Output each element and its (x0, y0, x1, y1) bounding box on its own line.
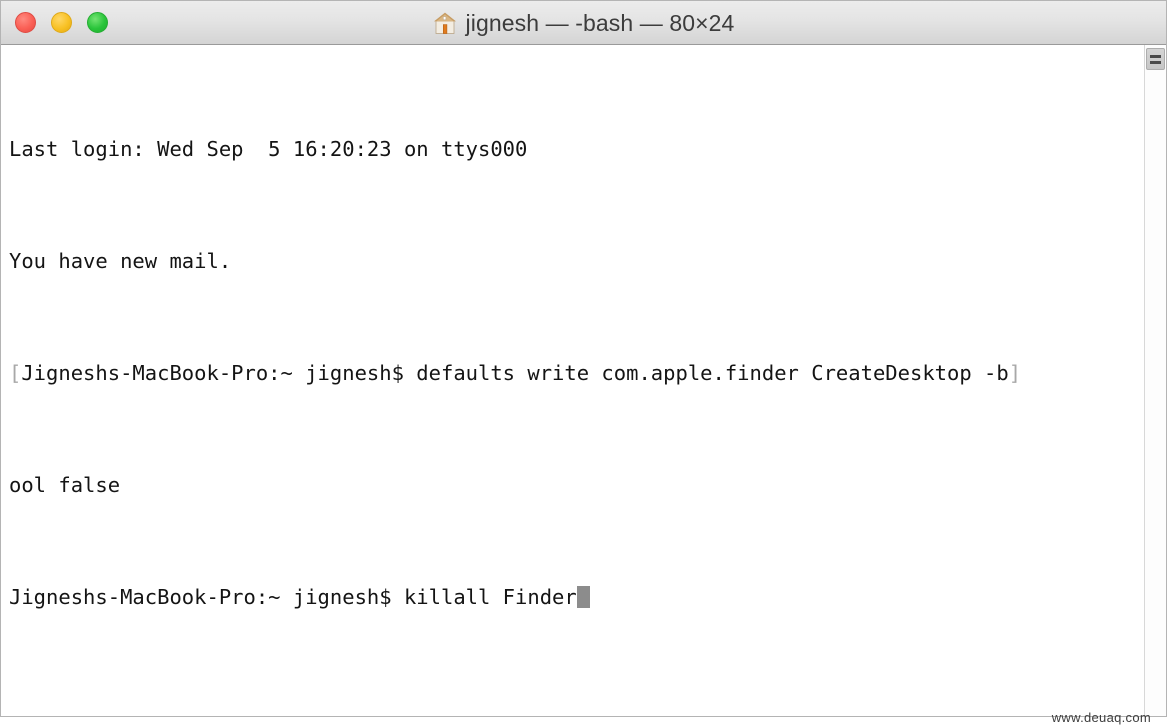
window-titlebar[interactable]: jignesh — -bash — 80×24 (1, 1, 1166, 45)
scrollbar-thumb[interactable] (1146, 48, 1165, 70)
text-cursor (576, 586, 590, 608)
wrap-marker-left: [ (9, 361, 22, 385)
terminal-line: ool false (9, 471, 1136, 499)
window-title: jignesh — -bash — 80×24 (465, 9, 735, 36)
terminal-line: You have new mail. (9, 247, 1136, 275)
terminal-window: jignesh — -bash — 80×24 Last login: Wed … (0, 0, 1167, 717)
thumb-grip-line (1150, 54, 1161, 58)
terminal-line-text: Jigneshs-MacBook-Pro:~ jignesh$ defaults… (21, 361, 1009, 385)
wrap-marker-right: ] (1008, 361, 1022, 385)
terminal-prompt-line: Jigneshs-MacBook-Pro:~ jignesh$ killall … (9, 583, 1136, 611)
terminal-line-text: You have new mail. (9, 249, 232, 273)
terminal-line: [Jigneshs-MacBook-Pro:~ jignesh$ default… (9, 359, 1136, 387)
terminal-output[interactable]: Last login: Wed Sep 5 16:20:23 on ttys00… (9, 51, 1136, 695)
home-icon (433, 11, 457, 35)
terminal-body[interactable]: Last login: Wed Sep 5 16:20:23 on ttys00… (1, 45, 1166, 716)
terminal-line-text: ool false (9, 473, 121, 497)
terminal-line: Last login: Wed Sep 5 16:20:23 on ttys00… (9, 135, 1136, 163)
terminal-line-text: Last login: Wed Sep 5 16:20:23 on ttys00… (9, 137, 528, 161)
thumb-grip-line (1150, 60, 1161, 64)
window-title-group: jignesh — -bash — 80×24 (1, 1, 1166, 45)
vertical-scrollbar[interactable] (1144, 45, 1166, 716)
site-watermark: www.deuaq.com (1051, 710, 1151, 725)
terminal-line-text: Jigneshs-MacBook-Pro:~ jignesh$ killall … (9, 585, 577, 609)
screenshot-root: jignesh — -bash — 80×24 Last login: Wed … (0, 0, 1167, 727)
